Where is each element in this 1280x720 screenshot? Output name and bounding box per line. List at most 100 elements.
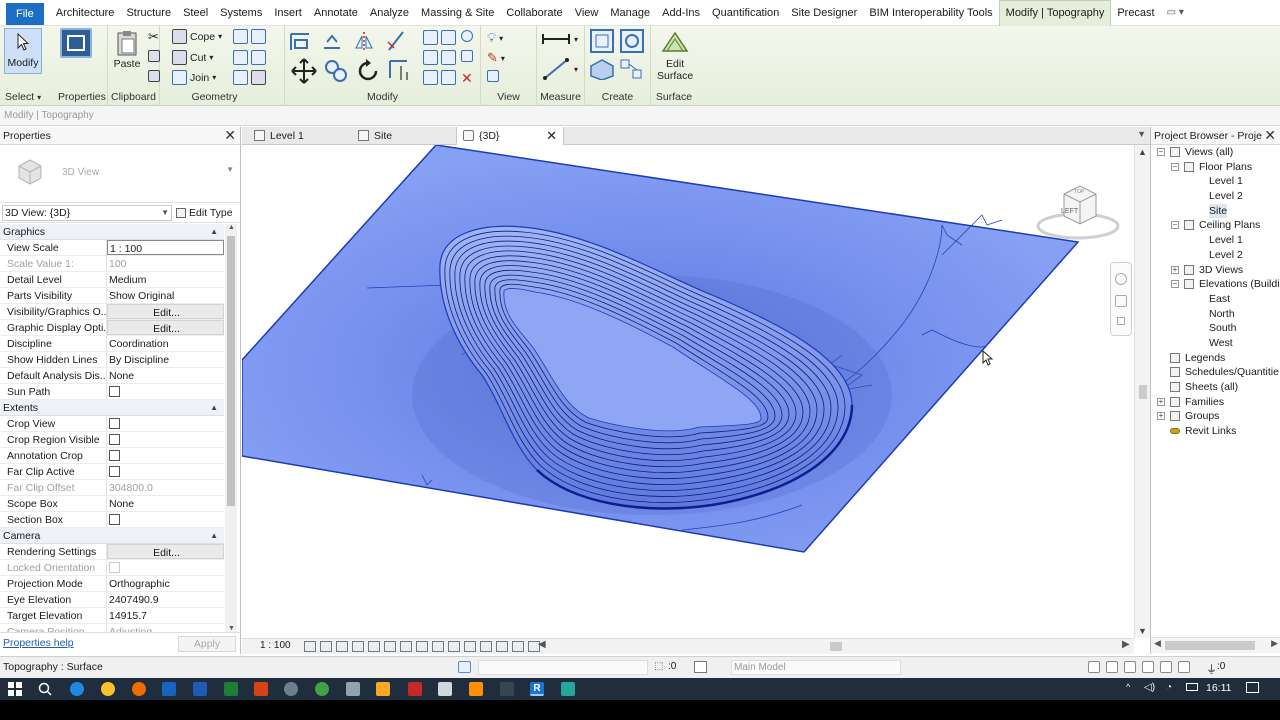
create-assembly-icon[interactable] xyxy=(589,28,615,54)
checkbox[interactable] xyxy=(109,434,120,445)
outlook-icon[interactable] xyxy=(162,682,176,696)
align-icon[interactable] xyxy=(289,30,311,52)
property-value[interactable]: 2407490.9 xyxy=(107,592,224,607)
excel-icon[interactable] xyxy=(224,682,238,696)
cope-button[interactable]: Cope ▾ xyxy=(172,29,222,44)
properties-help-link[interactable]: Properties help xyxy=(3,637,74,649)
paste-button[interactable]: Paste xyxy=(112,28,142,70)
firefox-icon[interactable] xyxy=(132,682,146,696)
property-value[interactable]: Coordination xyxy=(107,336,224,351)
tab-site[interactable]: Site xyxy=(352,127,456,145)
design-option-select[interactable]: Main Model xyxy=(731,660,901,675)
menu-insert[interactable]: Insert xyxy=(268,0,308,26)
menu-massing-site[interactable]: Massing & Site xyxy=(415,0,500,26)
measure-distance-icon[interactable]: ▾ xyxy=(541,32,578,46)
scrollbar-thumb[interactable] xyxy=(1139,385,1147,399)
property-value[interactable]: None xyxy=(107,368,224,383)
crop-region-icon[interactable] xyxy=(400,641,412,652)
edit-surface-button[interactable]: Edit Surface xyxy=(657,28,693,82)
vlc-icon[interactable] xyxy=(469,682,483,696)
filter-icon[interactable]: ⏚ xyxy=(1206,661,1217,677)
topography-surface[interactable] xyxy=(242,145,1134,638)
scroll-right-icon[interactable]: ▶ xyxy=(1271,638,1278,649)
cut-geometry-icon[interactable]: ✂ xyxy=(148,29,159,45)
menu-bim-interoperability[interactable]: BIM Interoperability Tools xyxy=(863,0,998,26)
viewcube-face-top[interactable]: TOP xyxy=(1074,189,1084,195)
action-center-icon[interactable] xyxy=(1246,682,1259,693)
lock-3d-view-icon[interactable] xyxy=(416,641,428,652)
project-browser-scrollbar[interactable]: ◀ ▶ xyxy=(1151,637,1280,653)
browser-tree-item[interactable]: Level 1 xyxy=(1151,233,1280,248)
revit-icon[interactable]: R xyxy=(530,682,544,696)
property-value[interactable]: Orthographic xyxy=(107,576,224,591)
menu-architecture[interactable]: Architecture xyxy=(50,0,121,26)
instance-filter-select[interactable]: 3D View: {3D} ▼ xyxy=(2,205,172,221)
properties-button[interactable] xyxy=(60,28,92,58)
collapse-icon[interactable]: − xyxy=(1171,221,1179,230)
checkbox[interactable] xyxy=(109,514,120,525)
windows-start-icon[interactable] xyxy=(8,682,22,696)
property-group-extents[interactable]: Extents ▲ xyxy=(0,400,224,416)
trim-icon[interactable] xyxy=(423,50,456,65)
checkbox[interactable] xyxy=(109,418,120,429)
property-value[interactable]: 1 : 100 xyxy=(107,240,224,255)
close-icon[interactable]: ✕ xyxy=(546,127,557,145)
menu-steel[interactable]: Steel xyxy=(177,0,214,26)
type-selector[interactable]: 3D View ▼ xyxy=(0,145,240,203)
menu-structure[interactable]: Structure xyxy=(120,0,177,26)
menu-modify-topography[interactable]: Modify | Topography xyxy=(998,0,1112,26)
shadows-icon[interactable] xyxy=(352,641,364,652)
create-similar-icon[interactable] xyxy=(619,58,645,80)
temporary-hide-icon[interactable] xyxy=(432,641,444,652)
browser-tree-item[interactable]: Legends xyxy=(1151,351,1280,366)
property-checkbox[interactable] xyxy=(107,416,224,431)
collapse-icon[interactable]: ▲ xyxy=(210,528,218,544)
menu-add-ins[interactable]: Add-Ins xyxy=(656,0,706,26)
collapse-icon[interactable]: − xyxy=(1171,162,1179,171)
pin-icon[interactable] xyxy=(461,30,473,42)
worksets-icon[interactable] xyxy=(458,661,471,673)
browser-tree-item[interactable]: North xyxy=(1151,307,1280,322)
edge-browser-icon[interactable] xyxy=(70,682,84,696)
menu-manage[interactable]: Manage xyxy=(604,0,656,26)
scroll-down-icon[interactable]: ▼ xyxy=(1138,626,1147,636)
design-options-icon[interactable] xyxy=(694,661,707,673)
browser-tree-item[interactable]: Schedules/Quantitie xyxy=(1151,365,1280,380)
copy-element-icon[interactable] xyxy=(323,58,349,84)
workset-select[interactable] xyxy=(478,660,648,675)
array-icon[interactable] xyxy=(423,70,456,85)
camtasia-icon[interactable] xyxy=(561,682,575,696)
property-checkbox[interactable] xyxy=(107,512,224,527)
offset-icon[interactable] xyxy=(321,30,343,52)
property-group-camera[interactable]: Camera ▲ xyxy=(0,528,224,544)
detail-level-icon[interactable] xyxy=(304,641,316,652)
browser-tree-item[interactable]: − Views (all) xyxy=(1151,145,1280,160)
property-value[interactable]: Medium xyxy=(107,272,224,287)
scale-icon[interactable] xyxy=(387,58,413,84)
scroll-up-icon[interactable]: ▲ xyxy=(1138,147,1147,157)
browser-tree-item[interactable]: East xyxy=(1151,292,1280,307)
select-by-face-icon[interactable] xyxy=(1142,661,1154,673)
rotate-icon[interactable] xyxy=(355,58,381,84)
select-dropdown[interactable]: Select xyxy=(5,91,34,103)
editable-only-icon[interactable]: ⬚ xyxy=(654,661,663,672)
browser-tree-item[interactable]: Level 2 xyxy=(1151,248,1280,263)
property-checkbox[interactable] xyxy=(107,384,224,399)
modify-button[interactable]: Modify xyxy=(4,28,42,74)
highlight-displacement-icon[interactable] xyxy=(512,641,524,652)
word-icon[interactable] xyxy=(193,682,207,696)
chevron-down-icon[interactable]: ▾ xyxy=(37,93,41,102)
browser-tree-item[interactable]: South xyxy=(1151,321,1280,336)
property-edit-button[interactable]: Edit... xyxy=(107,320,224,335)
tab-3d[interactable]: {3D} ✕ xyxy=(456,127,564,145)
settings-app-icon[interactable] xyxy=(284,682,298,696)
select-links-icon[interactable] xyxy=(1088,661,1100,673)
view-scale[interactable]: 1 : 100 xyxy=(260,640,291,651)
select-pinned-icon[interactable] xyxy=(1124,661,1136,673)
menu-view[interactable]: View xyxy=(569,0,605,26)
match-properties-icon[interactable] xyxy=(148,70,160,82)
powerpoint-icon[interactable] xyxy=(254,682,268,696)
battery-icon[interactable] xyxy=(1186,683,1198,691)
close-icon[interactable]: ✕ xyxy=(1262,127,1276,143)
media-app-icon[interactable] xyxy=(500,682,514,696)
